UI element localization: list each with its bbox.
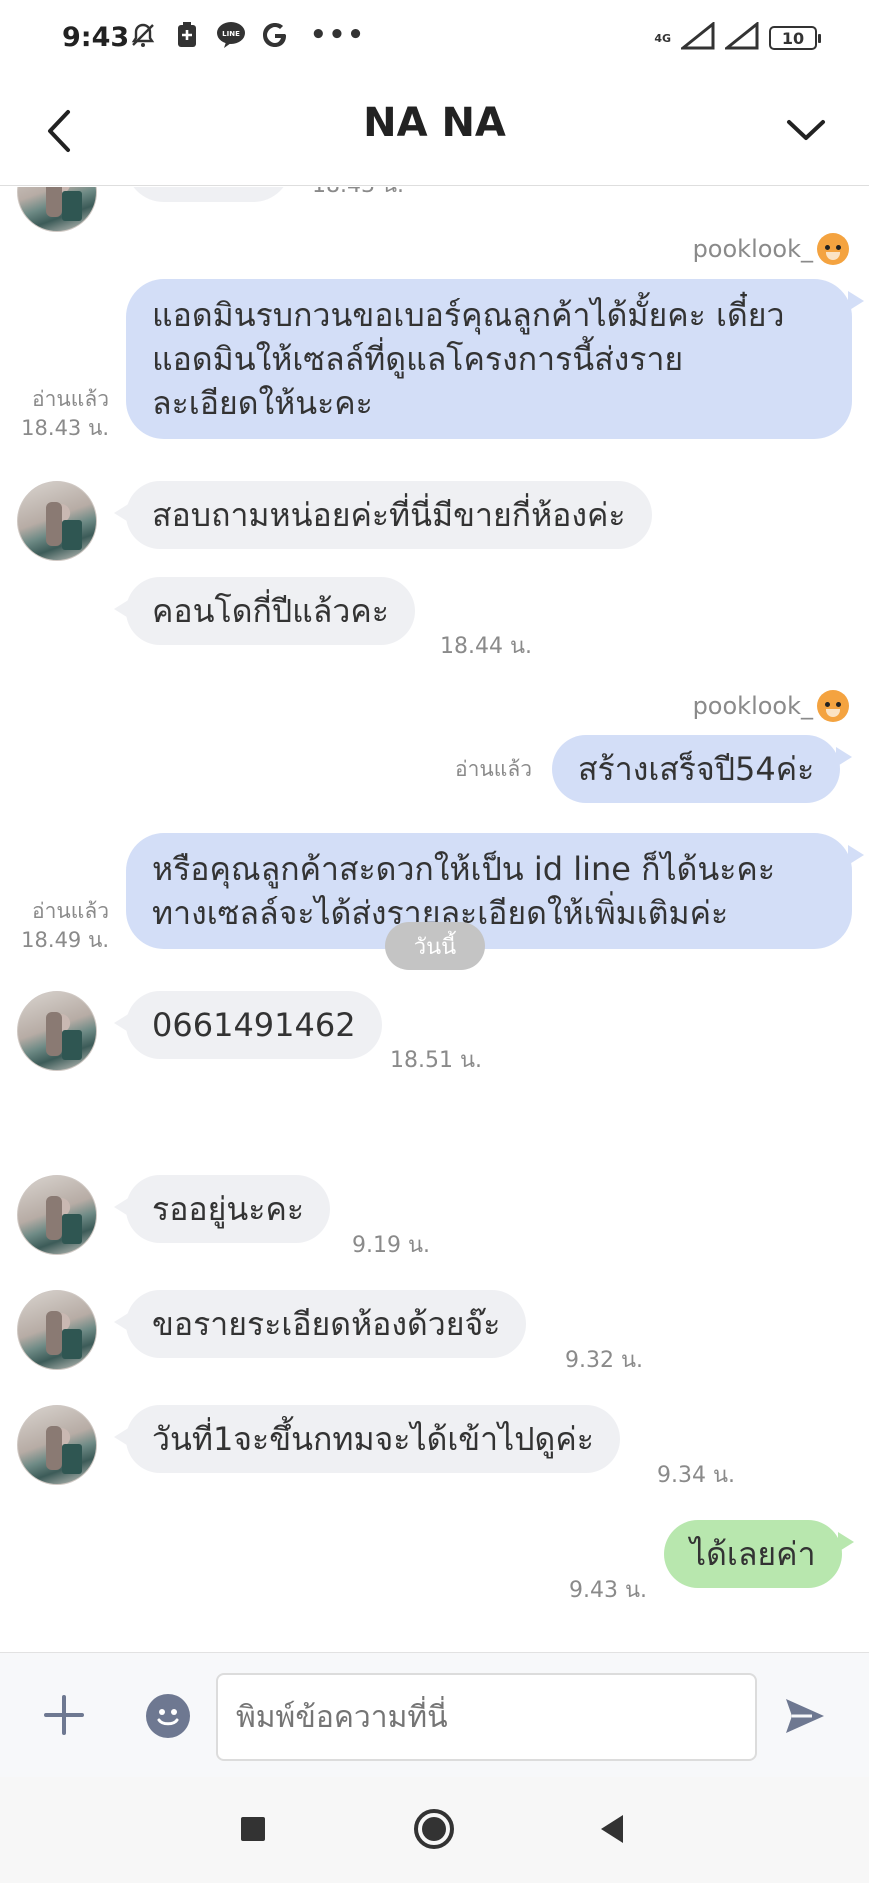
chat-title: NA NA xyxy=(363,100,506,146)
chevron-down-icon[interactable] xyxy=(783,110,829,150)
status-bar: 9:43 LINE ••• 4G 10 xyxy=(0,0,869,78)
message-time: 18.43 น. xyxy=(21,416,109,440)
signal-icon-2 xyxy=(722,20,759,54)
sender-name: pooklook_ xyxy=(693,690,849,722)
message-bubble-incoming[interactable]: คอนโดกี่ปีแล้วคะ xyxy=(114,577,415,645)
message-input[interactable] xyxy=(216,1673,757,1761)
chat-messages[interactable]: 18.43 น. pooklook_ อ่านแล้ว 18.43 น. แอด… xyxy=(0,187,869,1652)
network-type: 4G xyxy=(654,31,671,45)
avatar[interactable] xyxy=(17,991,97,1071)
message-time: 18.49 น. xyxy=(21,928,109,952)
tiger-sticker-icon xyxy=(817,233,849,265)
google-icon xyxy=(260,20,290,50)
back-icon[interactable] xyxy=(591,1807,635,1851)
sender-name: pooklook_ xyxy=(693,233,849,265)
tiger-sticker-icon xyxy=(817,690,849,722)
message-time: 18.43 น. xyxy=(312,187,404,202)
read-status: อ่านแล้ว xyxy=(32,387,109,411)
message-time: 9.32 น. xyxy=(565,1348,644,1373)
home-icon[interactable] xyxy=(412,1807,456,1851)
message-bubble-outgoing[interactable]: สร้างเสร็จปี54ค่ะ xyxy=(552,735,853,803)
date-divider: วันนี้ xyxy=(385,922,485,970)
message-time: 18.44 น. xyxy=(440,634,533,659)
read-status: อ่านแล้ว xyxy=(455,757,532,781)
more-notifications-icon: ••• xyxy=(310,20,366,50)
signal-icon xyxy=(678,20,715,54)
line-app-icon: LINE xyxy=(216,20,246,50)
message-input-bar xyxy=(0,1652,869,1777)
system-nav-bar xyxy=(0,1777,869,1883)
message-meta: อ่านแล้ว 18.43 น. xyxy=(14,385,109,443)
battery-saver-icon xyxy=(172,20,202,50)
avatar[interactable] xyxy=(17,1290,97,1370)
message-bubble-outgoing[interactable]: หรือคุณลูกค้าสะดวกให้เป็น id line ก็ได้น… xyxy=(126,833,864,949)
message-time: 18.51 น. xyxy=(390,1048,483,1073)
read-status: อ่านแล้ว xyxy=(32,899,109,923)
message-meta: อ่านแล้ว 18.49 น. xyxy=(14,897,109,955)
recent-apps-icon[interactable] xyxy=(231,1807,275,1851)
status-notification-icons: LINE ••• xyxy=(128,20,366,50)
status-right-icons: 4G 10 xyxy=(654,20,821,54)
message-time: 9.43 น. xyxy=(569,1578,648,1603)
message-bubble-outgoing[interactable]: แอดมินรบกวนขอเบอร์คุณลูกค้าได้มั้ยคะ เดี… xyxy=(126,279,864,439)
bell-off-icon xyxy=(128,20,158,50)
message-bubble-partial[interactable] xyxy=(126,187,291,202)
message-bubble-incoming[interactable]: สอบถามหน่อยค่ะที่นี่มีขายกี่ห้องค่ะ xyxy=(114,481,652,549)
status-time: 9:43 xyxy=(62,22,130,53)
battery-icon: 10 xyxy=(769,26,821,50)
message-bubble-incoming[interactable]: วันที่1จะขึ้นกทมจะได้เข้าไปดูค่ะ xyxy=(114,1405,620,1473)
avatar[interactable] xyxy=(17,1405,97,1485)
chat-header: NA NA xyxy=(0,78,869,186)
message-time: 9.34 น. xyxy=(657,1463,736,1488)
message-bubble-incoming[interactable]: รออยู่นะคะ xyxy=(113,1175,331,1243)
avatar[interactable] xyxy=(17,481,97,561)
message-bubble-incoming[interactable]: 0661491462 xyxy=(114,991,382,1059)
svg-text:LINE: LINE xyxy=(222,30,240,38)
message-bubble-incoming[interactable]: ขอรายระเอียดห้องด้วยจ๊ะ xyxy=(113,1290,527,1358)
message-bubble-outgoing[interactable]: ได้เลยค่า xyxy=(664,1520,854,1588)
avatar[interactable] xyxy=(17,1175,97,1255)
avatar[interactable] xyxy=(17,187,97,232)
plus-icon[interactable] xyxy=(42,1693,86,1737)
message-time: 9.19 น. xyxy=(352,1233,431,1258)
send-icon[interactable] xyxy=(782,1693,828,1739)
emoji-icon[interactable] xyxy=(146,1694,190,1738)
